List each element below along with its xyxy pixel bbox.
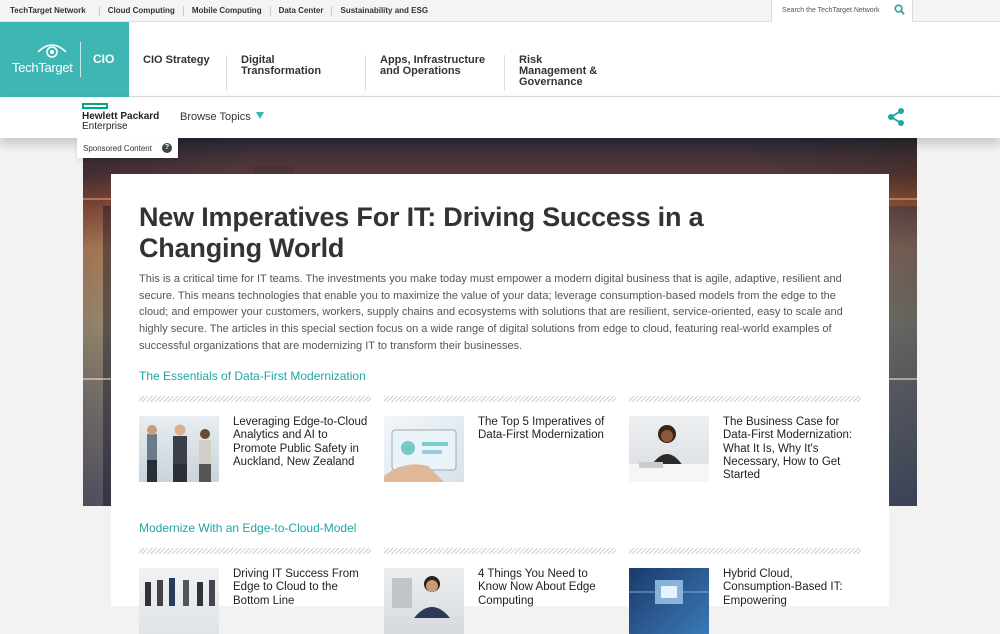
article-card[interactable]: The Business Case for Data-First Moderni… <box>629 416 863 482</box>
network-link-data-center[interactable]: Data Center <box>269 6 332 16</box>
network-link-cloud-computing[interactable]: Cloud Computing <box>98 6 183 16</box>
divider <box>629 396 861 402</box>
search-icon[interactable] <box>894 4 905 17</box>
network-link-techtarget[interactable]: TechTarget Network <box>10 6 99 16</box>
section-heading-edge-to-cloud[interactable]: Modernize With an Edge-to-Cloud-Model <box>139 521 356 535</box>
article-title[interactable]: Driving IT Success From Edge to Cloud to… <box>233 568 373 634</box>
section-heading-data-first[interactable]: The Essentials of Data-First Modernizati… <box>139 369 366 383</box>
chevron-down-icon <box>255 112 264 119</box>
hpe-element-icon <box>82 103 108 109</box>
divider <box>139 548 371 554</box>
page-title: New Imperatives For IT: Driving Success … <box>139 202 704 263</box>
divider <box>629 548 861 554</box>
brand-name: TechTarget <box>12 60 73 75</box>
article-title[interactable]: Leveraging Edge-to-Cloud Analytics and A… <box>233 416 373 482</box>
browse-topics-dropdown[interactable]: Browse Topics <box>180 111 264 123</box>
article-card[interactable]: Hybrid Cloud, Consumption-Based IT: Empo… <box>629 568 863 634</box>
share-icon[interactable] <box>886 107 906 132</box>
site-header: TechTarget CIO CIO Strategy Digital Tran… <box>0 22 1000 97</box>
divider <box>384 548 616 554</box>
article-thumbnail[interactable] <box>384 416 464 482</box>
network-link-sustainability[interactable]: Sustainability and ESG <box>331 6 436 16</box>
article-thumbnail[interactable] <box>384 568 464 634</box>
hpe-name-line2: Enterprise <box>82 121 128 132</box>
nav-item-digital-transformation[interactable]: Digital Transformation <box>227 55 366 91</box>
network-link-mobile-computing[interactable]: Mobile Computing <box>182 6 270 16</box>
sponsor-bar: Hewlett Packard Enterprise Browse Topics <box>0 97 1000 138</box>
article-thumbnail[interactable] <box>629 568 709 634</box>
search-input[interactable]: Search the TechTarget Network <box>782 7 880 14</box>
nav-item-apps-infrastructure[interactable]: Apps, Infrastructure and Operations <box>366 55 505 91</box>
hpe-logo[interactable]: Hewlett Packard Enterprise <box>82 103 159 132</box>
logo-divider <box>80 42 81 77</box>
divider <box>139 396 371 402</box>
article-title[interactable]: Hybrid Cloud, Consumption-Based IT: Empo… <box>723 568 863 634</box>
article-title[interactable]: The Top 5 Imperatives of Data-First Mode… <box>478 416 618 482</box>
network-search[interactable]: Search the TechTarget Network <box>771 0 913 22</box>
article-card[interactable]: The Top 5 Imperatives of Data-First Mode… <box>384 416 618 482</box>
article-title[interactable]: The Business Case for Data-First Moderni… <box>723 416 863 482</box>
help-icon[interactable]: ? <box>162 143 172 153</box>
article-title[interactable]: 4 Things You Need to Know Now About Edge… <box>478 568 618 634</box>
sponsored-content-label: Sponsored Content <box>83 144 152 153</box>
article-thumbnail[interactable] <box>139 568 219 634</box>
article-card[interactable]: 4 Things You Need to Know Now About Edge… <box>384 568 618 634</box>
browse-topics-label: Browse Topics <box>180 111 251 123</box>
nav-item-risk-management[interactable]: Risk Management & Governance <box>505 55 625 91</box>
divider <box>384 396 616 402</box>
intro-paragraph: This is a critical time for IT teams. Th… <box>139 273 843 352</box>
sponsored-content-tag: Sponsored Content ? <box>77 138 178 158</box>
article-card[interactable]: Leveraging Edge-to-Cloud Analytics and A… <box>139 416 373 482</box>
network-bar: TechTarget Network Cloud Computing Mobil… <box>0 0 1000 22</box>
article-card[interactable]: Driving IT Success From Edge to Cloud to… <box>139 568 373 634</box>
main-nav: CIO Strategy Digital Transformation Apps… <box>129 22 625 97</box>
techtarget-cio-logo[interactable]: TechTarget CIO <box>0 22 129 97</box>
article-thumbnail[interactable] <box>139 416 219 482</box>
site-name: CIO <box>93 52 115 66</box>
nav-item-cio-strategy[interactable]: CIO Strategy <box>129 55 227 91</box>
article-thumbnail[interactable] <box>629 416 709 482</box>
